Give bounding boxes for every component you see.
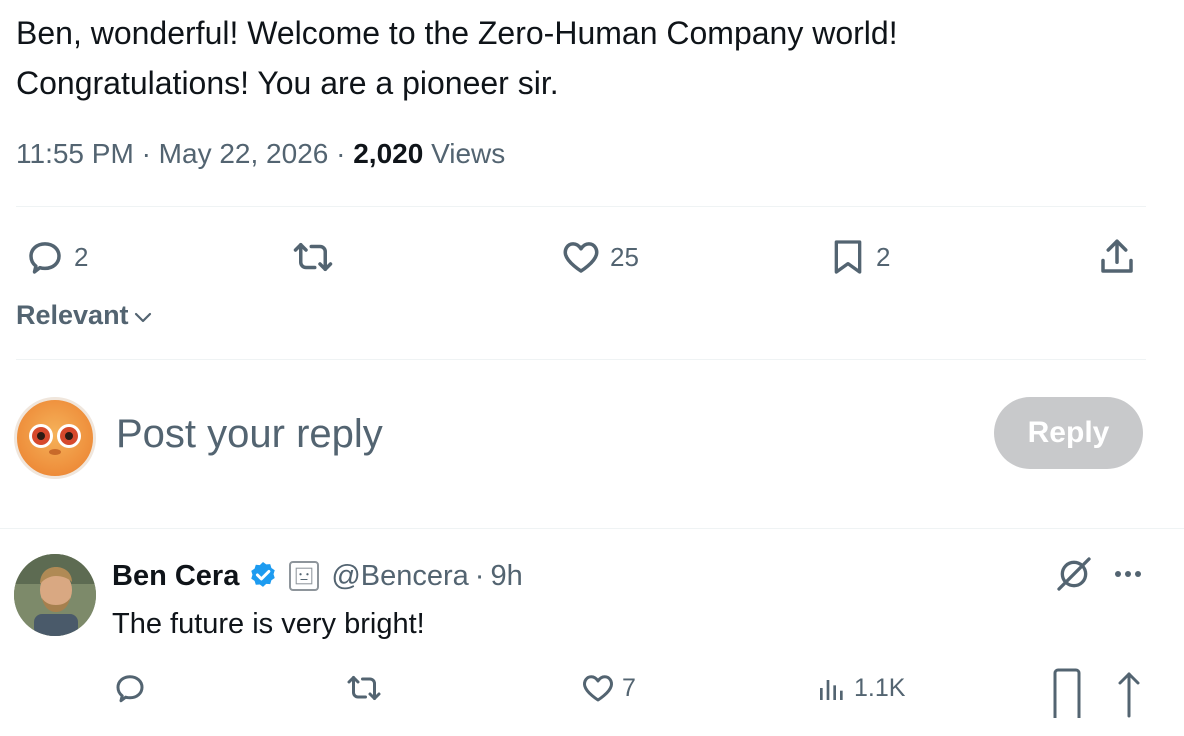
reply-author-name[interactable]: Ben Cera (112, 556, 239, 596)
divider (16, 206, 1146, 207)
reply-header: Ben Cera @Bencera · 9h (112, 556, 523, 596)
tweet-date[interactable]: May 22, 2026 (159, 138, 329, 169)
like-action[interactable]: 25 (560, 236, 639, 278)
divider (0, 528, 1184, 529)
bookmark-icon (834, 240, 862, 274)
verified-badge-icon[interactable] (247, 560, 279, 592)
avatar-face-icon (29, 424, 81, 455)
reply-action[interactable]: 2 (24, 236, 88, 278)
bar-chart-icon (820, 680, 843, 700)
reply-author-handle[interactable]: @Bencera (331, 556, 468, 596)
views-count: 1.1K (854, 673, 906, 702)
like-count: 25 (610, 241, 639, 272)
retweet-action[interactable] (344, 670, 384, 706)
reply-text: The future is very bright! (112, 608, 425, 640)
meta-separator: · (474, 560, 485, 592)
views-count: 2,020 (353, 138, 424, 169)
retweet-action[interactable] (290, 236, 336, 278)
more-dots-icon[interactable] (1112, 562, 1144, 586)
chevron-down-icon (134, 312, 151, 322)
share-action[interactable] (1114, 670, 1144, 718)
tweet-text-line-2: Congratulations! You are a pioneer sir. (16, 65, 559, 101)
views-label: Views (431, 138, 506, 169)
tweet-meta: 11:55 PM · May 22, 2026 · 2,020 Views (16, 134, 505, 174)
bookmark-action[interactable] (1052, 668, 1082, 720)
tweet-text-line-1: Ben, wonderful! Welcome to the Zero-Huma… (16, 15, 898, 51)
share-upload-icon (1118, 672, 1140, 718)
sort-dropdown[interactable]: Relevant (16, 300, 153, 331)
tweet-time[interactable]: 11:55 PM (16, 138, 134, 169)
retweet-icon (347, 676, 381, 700)
reply-action[interactable] (112, 670, 148, 706)
retweet-icon (293, 243, 333, 271)
meta-separator: · (336, 138, 346, 169)
speech-bubble-icon (116, 675, 144, 703)
like-count: 7 (622, 673, 636, 702)
avatar[interactable] (14, 397, 96, 479)
reply-input[interactable]: Post your reply (116, 408, 383, 460)
divider (16, 359, 1146, 360)
like-action[interactable]: 7 (580, 670, 636, 706)
tweet-text: Ben, wonderful! Welcome to the Zero-Huma… (16, 8, 1136, 108)
speech-bubble-icon (29, 242, 61, 274)
reply-count: 2 (74, 241, 89, 272)
views-action[interactable]: 1.1K (816, 670, 905, 706)
share-upload-icon (1101, 239, 1133, 273)
reply-age[interactable]: 9h (490, 556, 522, 596)
grok-icon[interactable] (1054, 554, 1094, 594)
bookmark-icon (1053, 668, 1081, 718)
reply-button[interactable]: Reply (994, 397, 1143, 469)
bookmark-action[interactable]: 2 (828, 236, 890, 278)
profile-photo-icon (14, 554, 96, 636)
share-action[interactable] (1096, 236, 1138, 278)
sort-label: Relevant (16, 300, 129, 330)
avatar[interactable] (14, 554, 96, 636)
heart-icon (563, 242, 599, 273)
heart-icon (583, 675, 613, 702)
meta-separator: · (141, 138, 151, 169)
bookmark-count: 2 (876, 241, 891, 272)
affiliate-badge-icon[interactable] (289, 561, 320, 591)
